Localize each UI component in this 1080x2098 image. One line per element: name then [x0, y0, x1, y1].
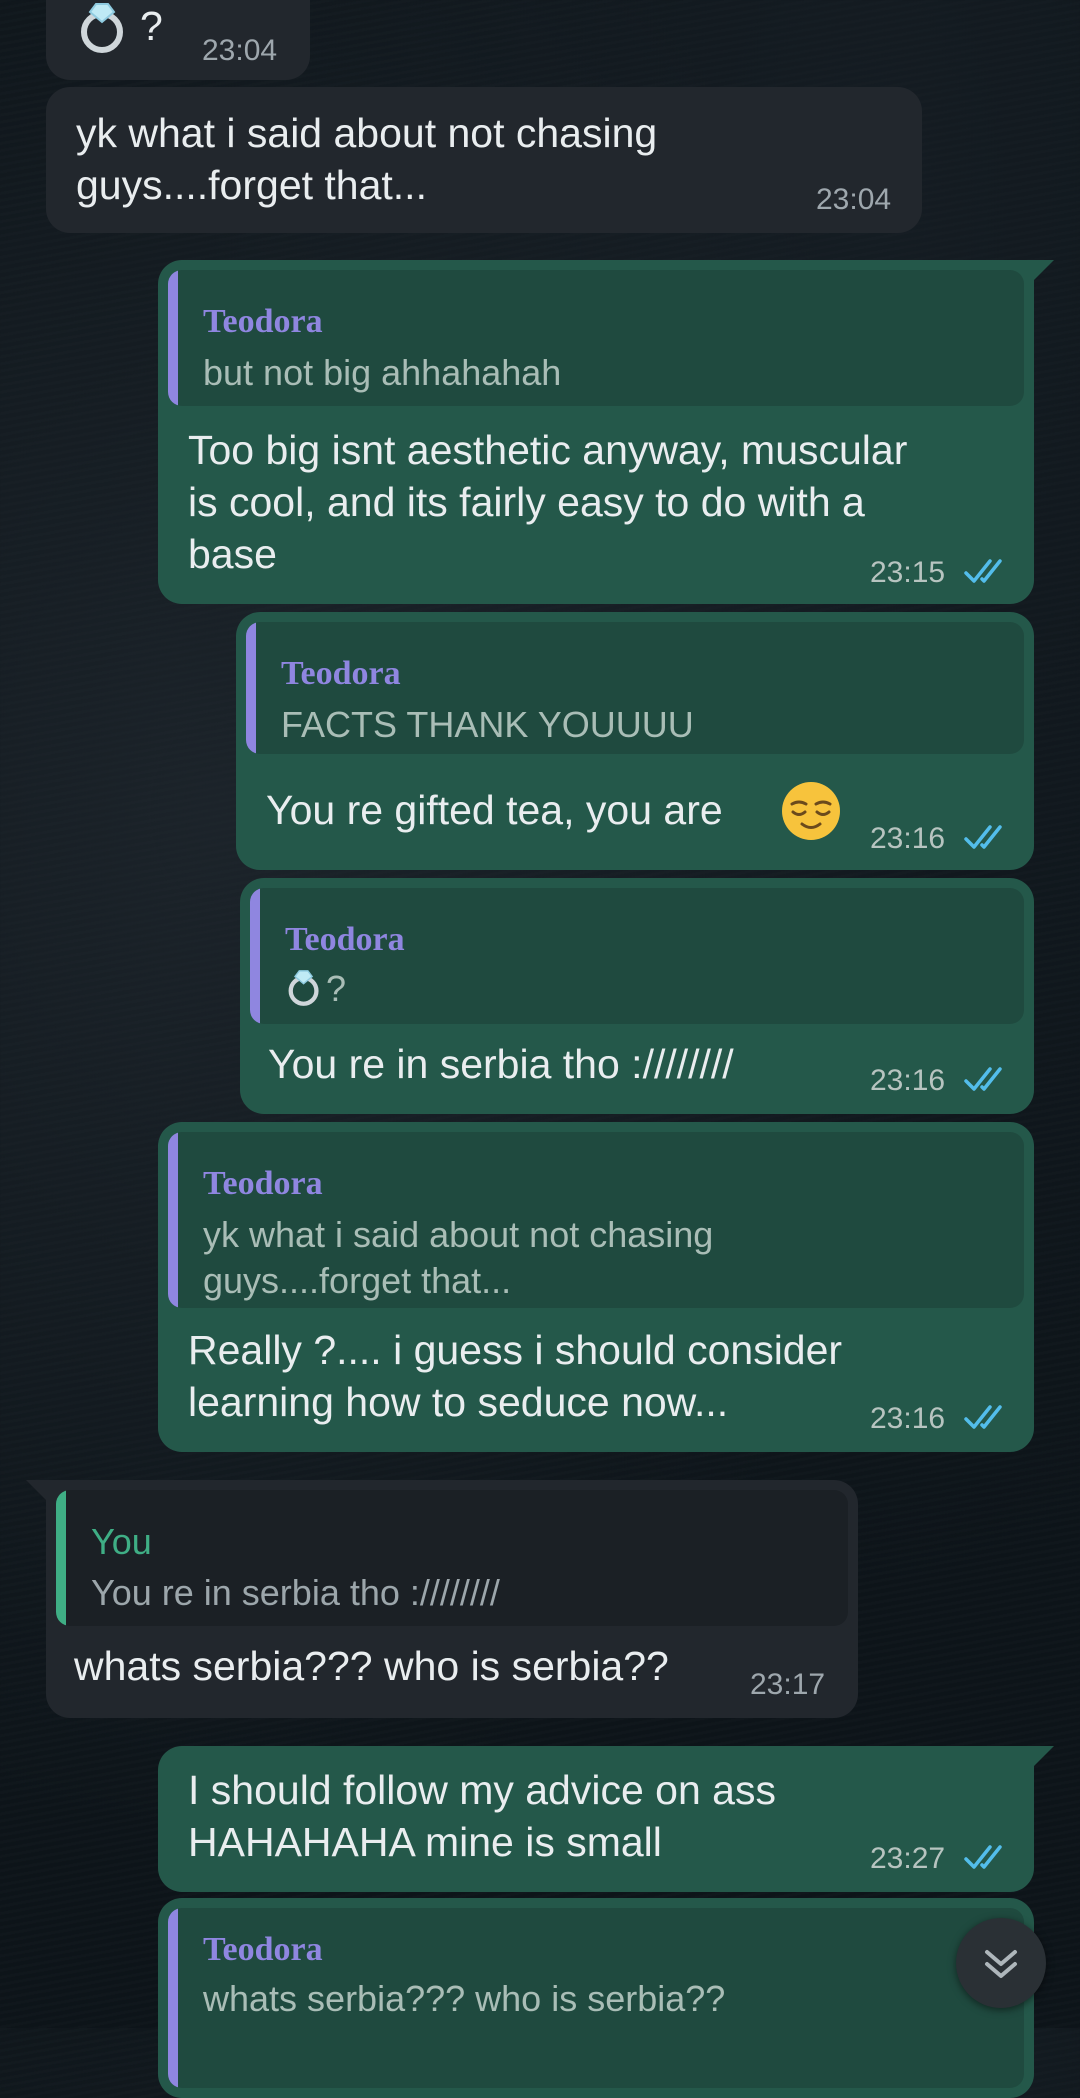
read-receipt-icon	[964, 825, 1002, 849]
message-bubble-outgoing[interactable]: Teodora but not big ahhahahah Too big is…	[158, 260, 1054, 604]
reply-quote[interactable]: Teodora whats serbia??? who is serbia??	[168, 1908, 1024, 2088]
read-receipt-icon	[964, 559, 1002, 583]
message-time: 23:16	[870, 1402, 946, 1435]
message-bubble-incoming[interactable]: yk what i said about not chasing guys...…	[46, 87, 922, 233]
message-bubble-incoming[interactable]: You You re in serbia tho ://////// whats…	[26, 1480, 858, 1718]
quote-text: ?	[326, 968, 347, 1009]
relieved-face-icon	[782, 782, 840, 840]
quote-sender-name: Teodora	[203, 1931, 323, 1968]
reply-quote[interactable]: Teodora but not big ahhahahah	[168, 270, 1024, 406]
message-text: You re in serbia tho :////////	[268, 1041, 734, 1087]
message-bubble-outgoing[interactable]: Teodora ? You re in serbia tho :////////…	[240, 878, 1034, 1114]
quote-sender-name: Teodora	[203, 303, 323, 340]
read-receipt-icon	[964, 1405, 1002, 1429]
ring-icon	[76, 0, 132, 56]
quote-sender-name: You	[91, 1521, 152, 1562]
quote-bar	[168, 1908, 178, 2088]
message-time: 23:04	[202, 34, 278, 67]
message-bubble-outgoing[interactable]: Teodora FACTS THANK YOUUUU You re gifted…	[236, 612, 1034, 870]
read-receipt-icon	[964, 1845, 1002, 1869]
reply-quote[interactable]: Teodora yk what i said about not chasing…	[168, 1132, 1024, 1308]
reply-quote[interactable]: You You re in serbia tho :////////	[56, 1490, 848, 1626]
message-time: 23:27	[870, 1842, 946, 1875]
message-text: Really ?.... i guess i should consider l…	[188, 1327, 843, 1425]
quote-sender-name: Teodora	[285, 921, 405, 958]
message-bubble-incoming[interactable]: ? 23:04	[46, 0, 310, 80]
quote-text: but not big ahhahahah	[203, 352, 562, 393]
quote-sender-name: Teodora	[281, 655, 401, 692]
scroll-to-bottom-button[interactable]	[956, 1918, 1046, 2008]
double-chevron-down-icon	[985, 1950, 1017, 1978]
message-text: ?	[140, 3, 163, 49]
message-time: 23:15	[870, 556, 946, 589]
message-time: 23:16	[870, 1064, 946, 1097]
message-text: whats serbia??? who is serbia??	[74, 1643, 669, 1689]
quote-bar	[168, 1132, 178, 1308]
quote-sender-name: Teodora	[203, 1165, 323, 1202]
quote-text: whats serbia??? who is serbia??	[203, 1978, 726, 2019]
quote-text: yk what i said about not chasing guys...…	[203, 1214, 714, 1301]
quote-bar	[168, 270, 178, 406]
message-time: 23:16	[870, 822, 946, 855]
message-time: 23:17	[750, 1668, 826, 1701]
quote-bar	[56, 1490, 66, 1626]
message-bubble-outgoing[interactable]: I should follow my advice on ass HAHAHAH…	[158, 1746, 1054, 1892]
message-text: yk what i said about not chasing guys...…	[76, 110, 658, 208]
message-bubble-outgoing[interactable]: Teodora yk what i said about not chasing…	[158, 1122, 1034, 1452]
message-text: You re gifted tea, you are	[266, 787, 723, 833]
quote-bar	[246, 622, 256, 754]
quote-bar	[250, 888, 260, 1024]
message-time: 23:04	[816, 183, 892, 216]
reply-quote[interactable]: Teodora ?	[250, 888, 1024, 1024]
ring-icon	[285, 968, 325, 1008]
message-text: Too big isnt aesthetic anyway, muscular …	[188, 427, 908, 577]
message-bubble-outgoing[interactable]: Teodora whats serbia??? who is serbia??	[158, 1898, 1034, 2098]
quote-text: FACTS THANK YOUUUU	[281, 704, 694, 745]
reply-quote[interactable]: Teodora FACTS THANK YOUUUU	[246, 622, 1024, 754]
quote-text: You re in serbia tho :////////	[91, 1572, 500, 1613]
message-text: I should follow my advice on ass HAHAHAH…	[188, 1767, 776, 1865]
read-receipt-icon	[964, 1067, 1002, 1091]
